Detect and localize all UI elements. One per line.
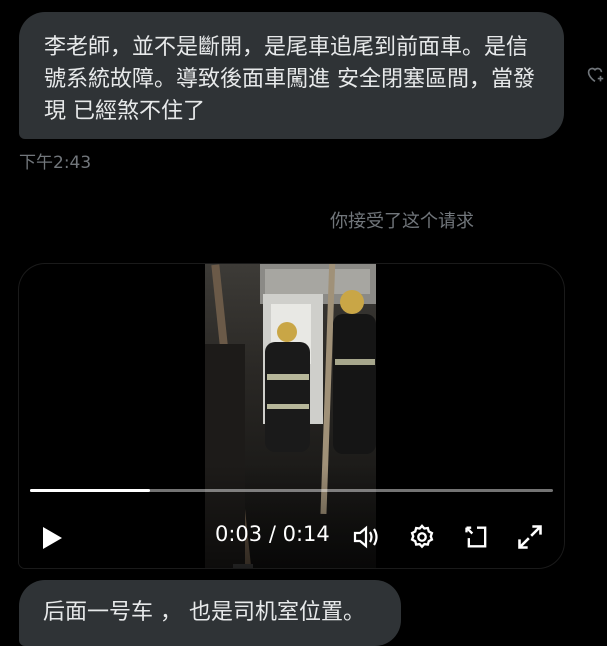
- message-bubble[interactable]: 后面一号车 ， 也是司机室位置。: [19, 580, 401, 646]
- expand-icon[interactable]: [516, 523, 544, 555]
- time-separator: /: [268, 522, 276, 546]
- current-time: 0:03: [215, 522, 263, 546]
- message-timestamp: 下午2:43: [19, 153, 92, 173]
- video-player[interactable]: 0:03 / 0:14: [19, 264, 564, 568]
- progress-bar[interactable]: [30, 489, 553, 492]
- play-icon[interactable]: [39, 524, 65, 556]
- message-text: 后面一号车 ， 也是司机室位置。: [43, 600, 365, 625]
- duration: 0:14: [282, 522, 330, 546]
- gear-icon[interactable]: [408, 523, 436, 555]
- volume-icon[interactable]: [352, 523, 382, 555]
- video-timecode: 0:03 / 0:14: [215, 522, 330, 546]
- system-note: 你接受了这个请求: [330, 211, 474, 232]
- progress-fill: [30, 489, 151, 492]
- message-text: 李老師，並不是斷開，是尾車追尾到前面車。是信號系統故障。導致後面車闖進 安全閉塞…: [44, 35, 535, 124]
- message-bubble[interactable]: 李老師，並不是斷開，是尾車追尾到前面車。是信號系統故障。導致後面車闖進 安全閉塞…: [19, 12, 564, 139]
- picture-in-picture-icon[interactable]: [463, 523, 491, 555]
- heart-plus-icon[interactable]: [584, 63, 606, 85]
